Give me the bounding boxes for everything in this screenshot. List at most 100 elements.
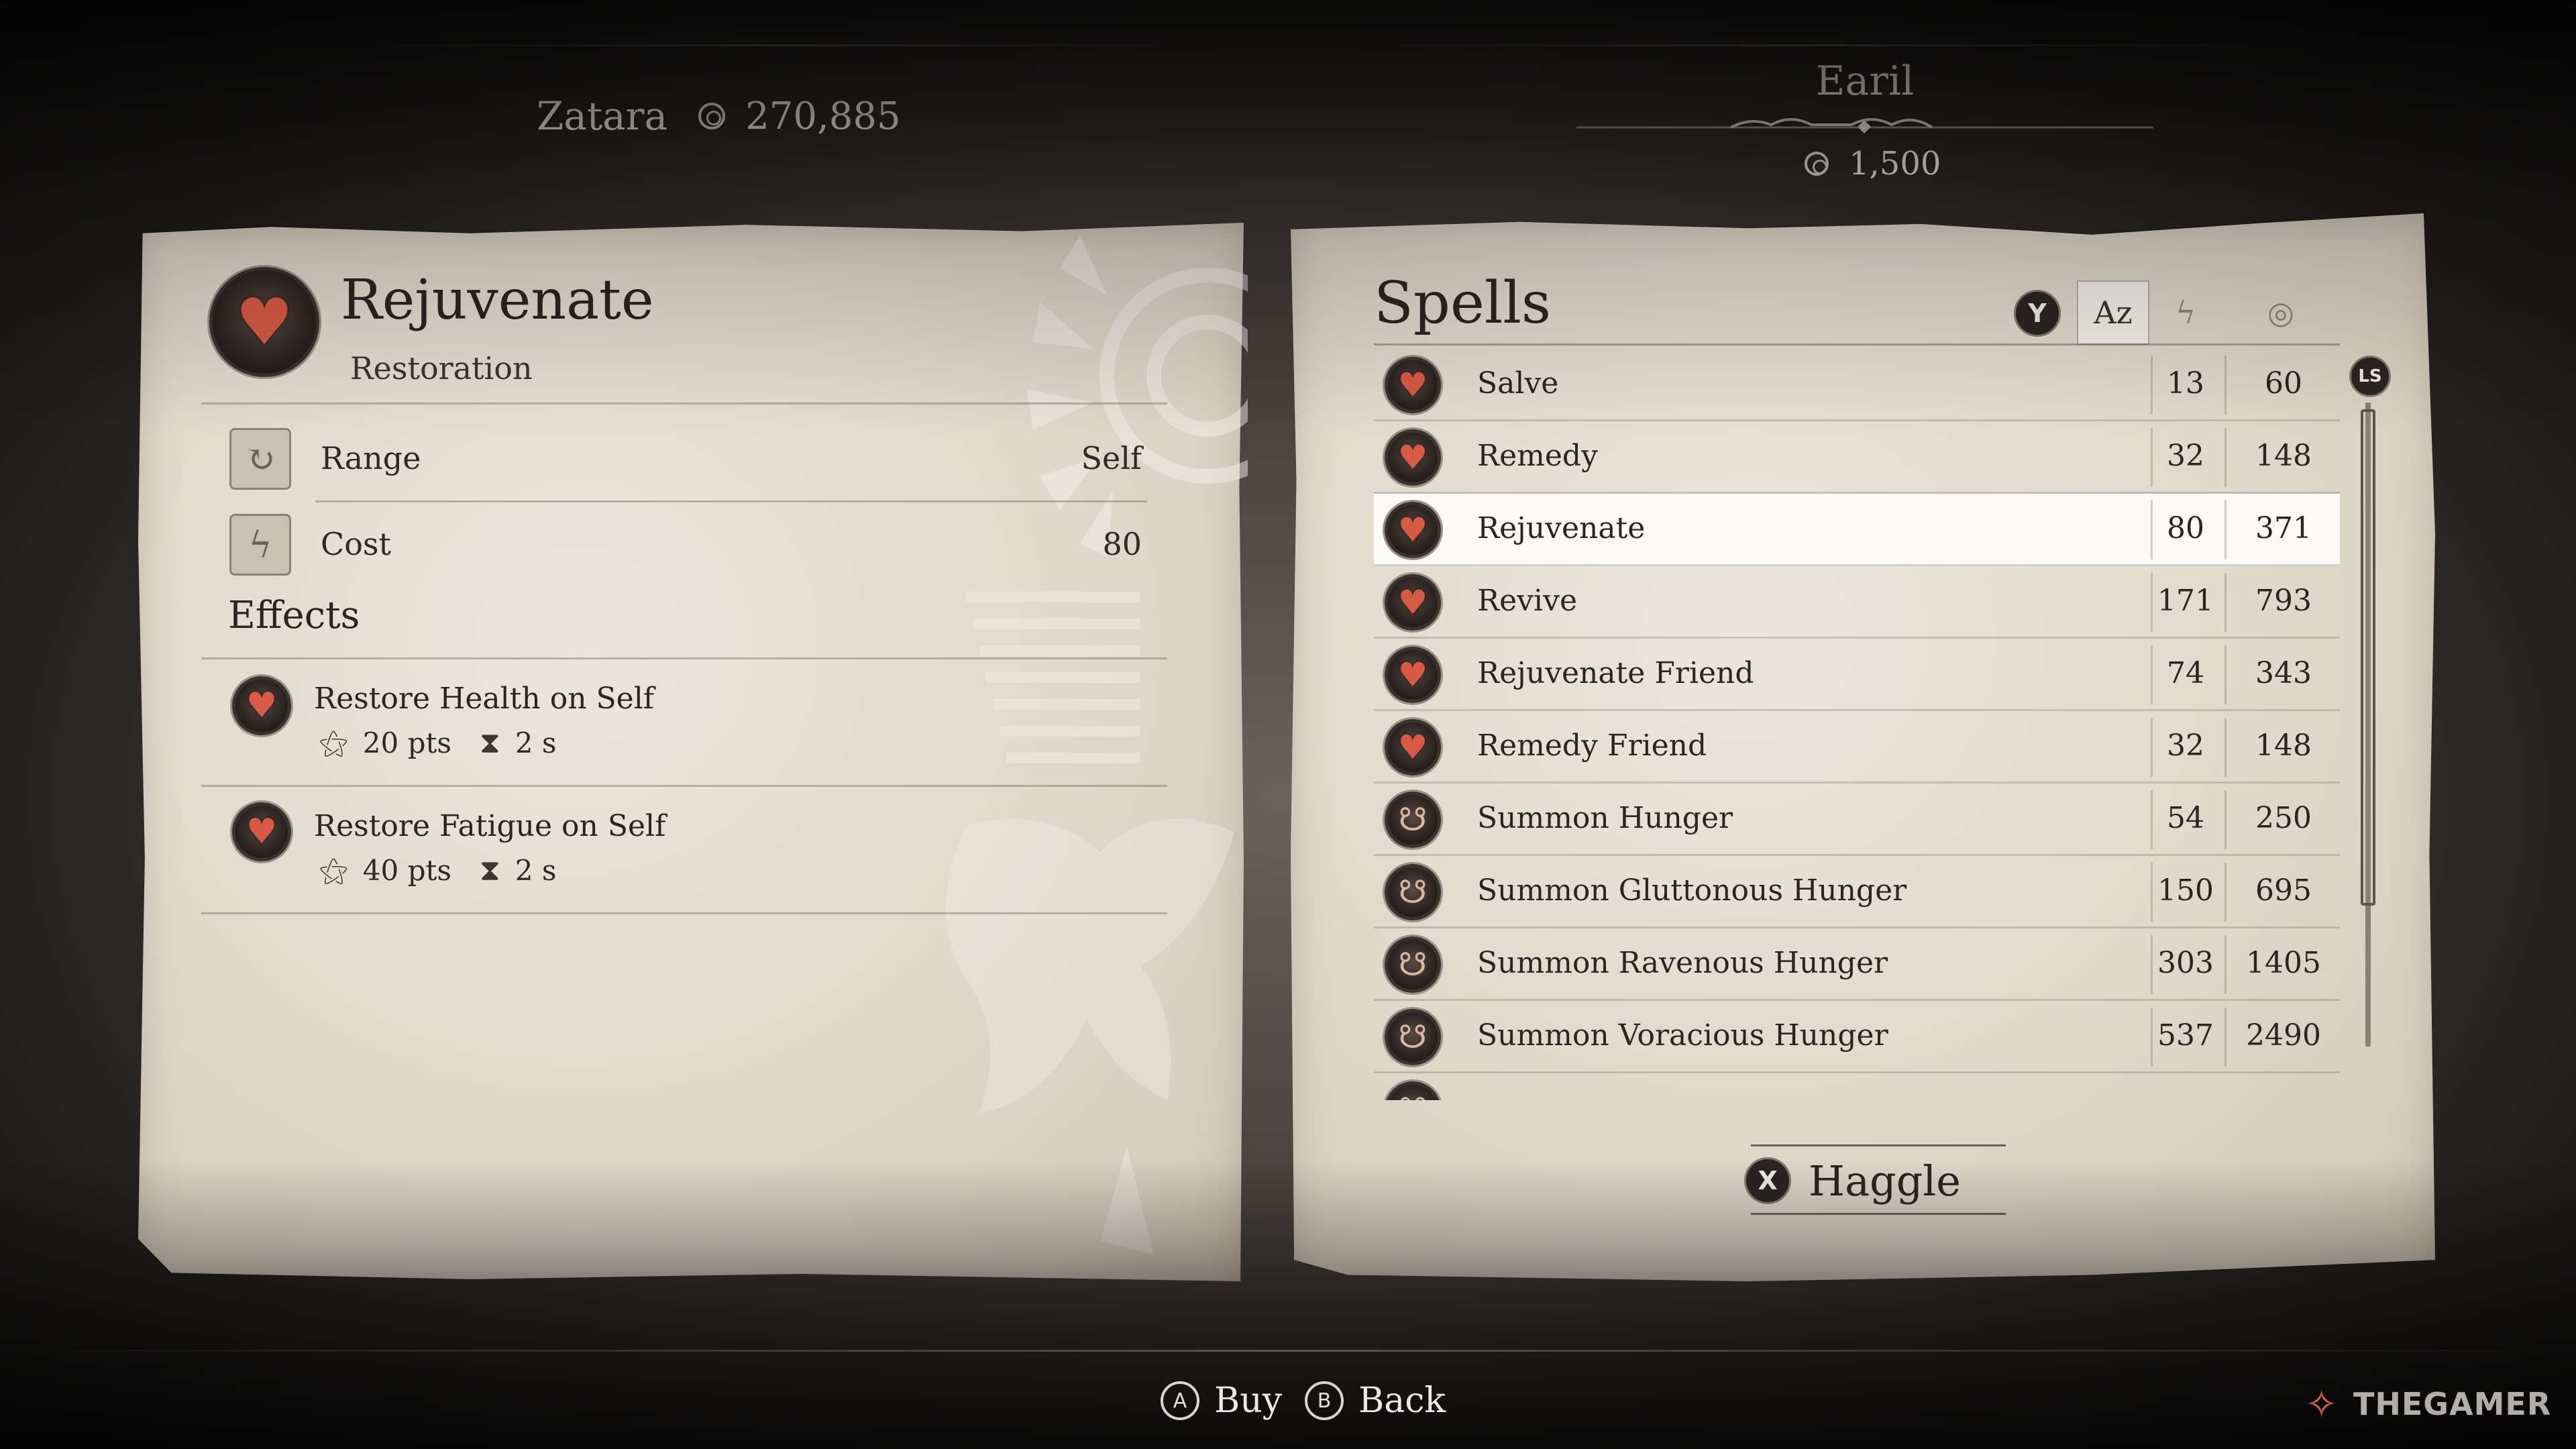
sort-button-y[interactable]: Y: [2014, 290, 2061, 337]
haggle-button[interactable]: X Haggle: [1744, 1147, 2012, 1214]
spell-cost: 537: [2157, 1018, 2214, 1053]
spell-name: Summon Voracious Hunger: [1477, 1018, 1888, 1053]
spell-cost: 171: [2157, 584, 2214, 618]
watermark: ✧ THEGAMER: [2300, 1382, 2551, 1426]
divider: [201, 402, 1167, 405]
spell-row-partial[interactable]: ☋: [1374, 1073, 2340, 1100]
spell-cost: 150: [2157, 873, 2214, 908]
range-value: Self: [1081, 440, 1142, 476]
spell-row[interactable]: ☋ Summon Gluttonous Hunger 150 695: [1374, 856, 2340, 928]
divider: [201, 785, 1167, 787]
spell-price: 695: [2255, 873, 2312, 908]
spell-row[interactable]: ☋ Summon Voracious Hunger 537 2490: [1374, 1001, 2340, 1073]
heart-icon: ♥: [235, 284, 294, 360]
effect-name: Restore Health on Self: [314, 682, 655, 716]
coin-icon: [698, 103, 726, 129]
divider: [1751, 1213, 2006, 1215]
column-separator: [2224, 356, 2226, 415]
spell-price: 371: [2255, 511, 2312, 545]
spell-name: Summon Gluttonous Hunger: [1477, 873, 1907, 908]
column-separator: [2224, 718, 2226, 777]
scroll-stick-button[interactable]: LS: [2349, 356, 2391, 397]
a-button-icon: A: [1161, 1381, 1199, 1420]
x-button-icon: X: [1744, 1157, 1791, 1204]
spell-row[interactable]: ☋ Summon Ravenous Hunger 303 1405: [1374, 928, 2340, 1001]
spell-name: Remedy Friend: [1477, 729, 1707, 763]
coin-icon: [1805, 152, 1829, 176]
hourglass-icon: ⧗: [479, 726, 500, 760]
spell-cost: 74: [2167, 656, 2204, 690]
summon-icon: ☋: [1398, 801, 1428, 839]
spell-row[interactable]: ♥ Rejuvenate Friend 74 343: [1374, 639, 2340, 711]
spell-price: 148: [2255, 729, 2312, 763]
spell-cost: 80: [2167, 511, 2204, 545]
header-divider: [1342, 44, 2281, 46]
hourglass-icon: ⧗: [479, 853, 500, 888]
spell-icon: ♥: [1385, 574, 1441, 631]
effects-heading: Effects: [228, 594, 360, 637]
column-separator: [2224, 500, 2226, 559]
spell-row[interactable]: ♥ Salve 13 60: [1374, 349, 2340, 421]
column-separator: [2224, 573, 2226, 632]
heart-icon: ♥: [246, 812, 278, 852]
player-gold-amount: 270,885: [745, 94, 901, 138]
spell-icon: ☋: [1385, 936, 1441, 993]
back-label: Back: [1358, 1381, 1446, 1421]
spell-cost: 13: [2167, 366, 2204, 400]
summon-icon: ☋: [1398, 873, 1428, 911]
effect-duration: 2 s: [515, 854, 557, 887]
spell-cost: 303: [2157, 946, 2214, 980]
spell-price: 343: [2255, 656, 2312, 690]
sort-alpha-icon[interactable]: Az: [2077, 280, 2149, 345]
back-prompt[interactable]: B Back: [1305, 1381, 1446, 1421]
effect-name: Restore Fatigue on Self: [314, 809, 666, 843]
range-icon: ↻: [229, 428, 291, 490]
lightning-icon[interactable]: ϟ: [2149, 280, 2222, 345]
b-button-icon: B: [1305, 1381, 1344, 1420]
column-separator: [2224, 428, 2226, 487]
divider: [201, 912, 1167, 914]
divider: [201, 657, 1167, 659]
summon-icon: ☋: [1399, 1093, 1428, 1100]
scrollbar-thumb[interactable]: [2361, 409, 2375, 906]
player-gold: 270,885: [698, 95, 901, 138]
spell-name: Remedy: [1477, 439, 1598, 473]
lightning-icon: ϟ: [229, 514, 291, 576]
spell-icon: ☋: [1385, 1009, 1441, 1065]
spell-icon: ♥: [1385, 719, 1441, 775]
spell-list: ♥ Salve 13 60 ♥ Remedy 32 148 ♥ Rejuvena…: [1374, 349, 2340, 1100]
spell-name: Summon Hunger: [1477, 801, 1733, 835]
summon-icon: ☋: [1398, 1018, 1428, 1056]
buy-label: Buy: [1214, 1381, 1283, 1421]
merchant-gold-amount: 1,500: [1849, 145, 1941, 182]
magnitude-icon: ⚝: [319, 726, 348, 760]
spell-icon: ♥: [1385, 357, 1441, 413]
spell-icon: ☋: [1385, 1081, 1441, 1100]
spell-row[interactable]: ♥ Remedy Friend 32 148: [1374, 711, 2340, 784]
magnitude-icon: ⚝: [319, 853, 348, 888]
column-separator: [2224, 863, 2226, 922]
effect-duration: 2 s: [515, 727, 557, 759]
header-divider: [349, 44, 1208, 46]
haggle-label: Haggle: [1809, 1156, 1961, 1205]
heart-icon: ♥: [1397, 583, 1428, 622]
merchant-name: Earil: [1815, 58, 1915, 105]
spell-row[interactable]: ♥ Revive 171 793: [1374, 566, 2340, 639]
spell-icon: ♥: [1385, 429, 1441, 486]
column-separator: [2224, 935, 2226, 994]
buy-prompt[interactable]: A Buy: [1161, 1381, 1282, 1421]
spell-row[interactable]: ☋ Summon Hunger 54 250: [1374, 784, 2340, 856]
watermark-logo-icon: ✧: [2305, 1381, 2339, 1427]
spell-row-selected[interactable]: ♥ Rejuvenate 80 371: [1374, 494, 2340, 566]
spell-price: 2490: [2246, 1018, 2321, 1053]
footer-divider: [0, 1350, 2576, 1352]
eagle-emblem-watermark: [946, 235, 1248, 1254]
cost-value: 80: [1102, 526, 1142, 562]
effect-magnitude: 20 pts: [362, 727, 451, 759]
spell-name: Revive: [1477, 584, 1577, 618]
spell-price: 250: [2255, 801, 2312, 835]
effect-icon: ♥: [232, 676, 291, 735]
effect-icon: ♥: [232, 802, 291, 861]
spell-row[interactable]: ♥ Remedy 32 148: [1374, 421, 2340, 494]
coin-icon[interactable]: ◎: [2245, 280, 2317, 345]
